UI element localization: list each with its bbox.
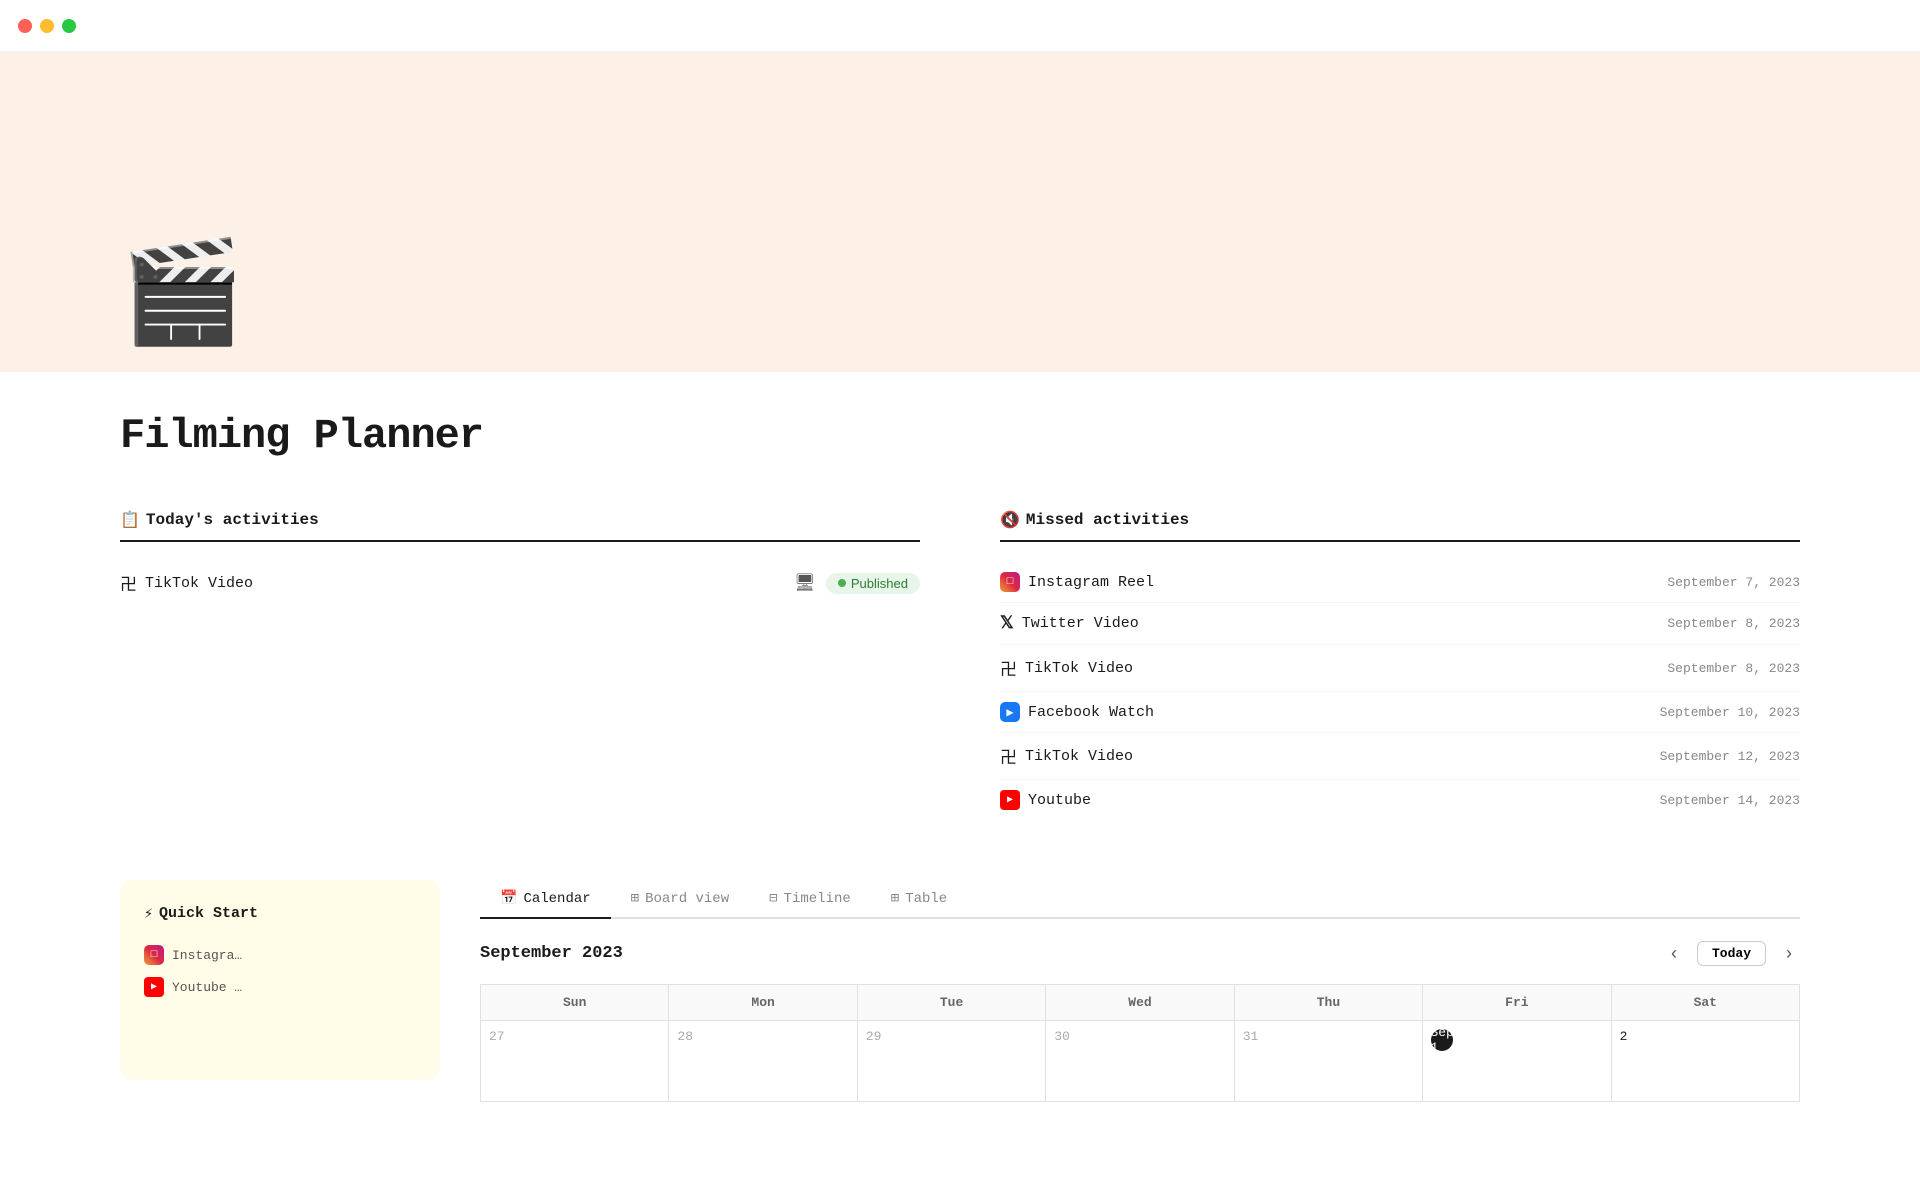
missed-icon: 🔇 — [1000, 510, 1020, 530]
missed-row[interactable]: 卍 TikTok Video September 8, 2023 — [1000, 645, 1800, 692]
missed-left: 𝕏 Twitter Video — [1000, 613, 1139, 634]
youtube-icon: ▶ — [144, 977, 164, 997]
cal-cell-27[interactable]: 27 — [481, 1021, 668, 1101]
calendar-section: 📅 Calendar ⊞ Board view ⊟ Timeline ⊞ Tab… — [480, 880, 1800, 1102]
calendar-nav: ‹ Today › — [1663, 939, 1800, 968]
missed-row[interactable]: ▶ Youtube September 14, 2023 — [1000, 780, 1800, 820]
table-tab-icon: ⊞ — [891, 890, 899, 907]
facebook-icon: ▶ — [1000, 702, 1020, 722]
tab-timeline[interactable]: ⊟ Timeline — [749, 880, 871, 919]
calendar-header: September 2023 ‹ Today › — [480, 939, 1800, 968]
activity-left: 卍 TikTok Video — [120, 570, 253, 596]
missed-row[interactable]: 卍 TikTok Video September 12, 2023 — [1000, 733, 1800, 780]
close-button[interactable] — [18, 19, 32, 33]
calendar-grid: Sun Mon Tue Wed Thu Fri Sat 27 28 29 30 … — [480, 984, 1800, 1102]
day-header-mon: Mon — [669, 985, 856, 1020]
page-title: Filming Planner — [120, 412, 1800, 460]
timeline-tab-icon: ⊟ — [769, 890, 777, 907]
calendar-tab-icon: 📅 — [500, 890, 517, 907]
activity-label: TikTok Video — [145, 575, 253, 592]
instagram-icon: □ — [144, 945, 164, 965]
activity-right: 🖥 Published — [794, 573, 920, 594]
hero-banner: 🎬 — [0, 52, 1920, 372]
youtube-icon: ▶ — [1000, 790, 1020, 810]
day-header-wed: Wed — [1046, 985, 1233, 1020]
titlebar — [0, 0, 1920, 52]
tiktok-icon: 卍 — [1000, 655, 1017, 681]
activities-section: 📋 Today's activities 卍 TikTok Video 🖥 Pu… — [120, 510, 1800, 820]
app-icon: 🎬 — [120, 242, 245, 342]
next-month-button[interactable]: › — [1778, 939, 1800, 968]
instagram-icon: □ — [1000, 572, 1020, 592]
prev-month-button[interactable]: ‹ — [1663, 939, 1685, 968]
tiktok-icon: 卍 — [120, 570, 137, 596]
view-tabs: 📅 Calendar ⊞ Board view ⊟ Timeline ⊞ Tab… — [480, 880, 1800, 919]
today-button[interactable]: Today — [1697, 941, 1766, 966]
main-content: Filming Planner 📋 Today's activities 卍 T… — [0, 372, 1920, 1102]
tab-calendar[interactable]: 📅 Calendar — [480, 880, 611, 919]
board-tab-icon: ⊞ — [631, 890, 639, 907]
day-header-fri: Fri — [1423, 985, 1610, 1020]
lightning-icon: ⚡ — [144, 904, 153, 923]
missed-row[interactable]: □ Instagram Reel September 7, 2023 — [1000, 562, 1800, 603]
quick-start-card: ⚡ Quick Start □ Instagra… ▶ Youtube … — [120, 880, 440, 1080]
tab-board-view[interactable]: ⊞ Board view — [611, 880, 749, 919]
missed-left: 卍 TikTok Video — [1000, 655, 1133, 681]
day-header-sun: Sun — [481, 985, 668, 1020]
status-dot — [838, 579, 846, 587]
tab-table[interactable]: ⊞ Table — [871, 880, 967, 919]
day-header-sat: Sat — [1612, 985, 1799, 1020]
missed-activities-heading: 🔇 Missed activities — [1000, 510, 1800, 542]
today-activities-heading: 📋 Today's activities — [120, 510, 920, 542]
missed-left: ▶ Youtube — [1000, 790, 1091, 810]
today-activities-panel: 📋 Today's activities 卍 TikTok Video 🖥 Pu… — [120, 510, 920, 820]
today-icon: 📋 — [120, 510, 140, 530]
day-header-tue: Tue — [858, 985, 1045, 1020]
missed-left: □ Instagram Reel — [1000, 572, 1154, 592]
cal-cell-29[interactable]: 29 — [858, 1021, 1045, 1101]
missed-left: 卍 TikTok Video — [1000, 743, 1133, 769]
cal-cell-sep1[interactable]: Sep 1 — [1423, 1021, 1610, 1101]
monitor-icon: 🖥 — [794, 573, 816, 593]
day-header-thu: Thu — [1235, 985, 1422, 1020]
quick-start-item-instagram[interactable]: □ Instagra… — [144, 939, 416, 971]
missed-row[interactable]: 𝕏 Twitter Video September 8, 2023 — [1000, 603, 1800, 645]
twitter-icon: 𝕏 — [1000, 613, 1014, 634]
cal-cell-31[interactable]: 31 — [1235, 1021, 1422, 1101]
calendar-month-label: September 2023 — [480, 944, 623, 963]
bottom-section: ⚡ Quick Start □ Instagra… ▶ Youtube … 📅 … — [120, 880, 1800, 1102]
status-badge: Published — [826, 573, 920, 594]
maximize-button[interactable] — [62, 19, 76, 33]
cal-cell-28[interactable]: 28 — [669, 1021, 856, 1101]
today-activity-row[interactable]: 卍 TikTok Video 🖥 Published — [120, 562, 920, 604]
quick-start-item-youtube[interactable]: ▶ Youtube … — [144, 971, 416, 1003]
cal-cell-2[interactable]: 2 — [1612, 1021, 1799, 1101]
missed-activities-panel: 🔇 Missed activities □ Instagram Reel Sep… — [1000, 510, 1800, 820]
quick-start-title: ⚡ Quick Start — [144, 904, 416, 923]
cal-cell-30[interactable]: 30 — [1046, 1021, 1233, 1101]
tiktok-icon: 卍 — [1000, 743, 1017, 769]
minimize-button[interactable] — [40, 19, 54, 33]
missed-left: ▶ Facebook Watch — [1000, 702, 1154, 722]
missed-row[interactable]: ▶ Facebook Watch September 10, 2023 — [1000, 692, 1800, 733]
